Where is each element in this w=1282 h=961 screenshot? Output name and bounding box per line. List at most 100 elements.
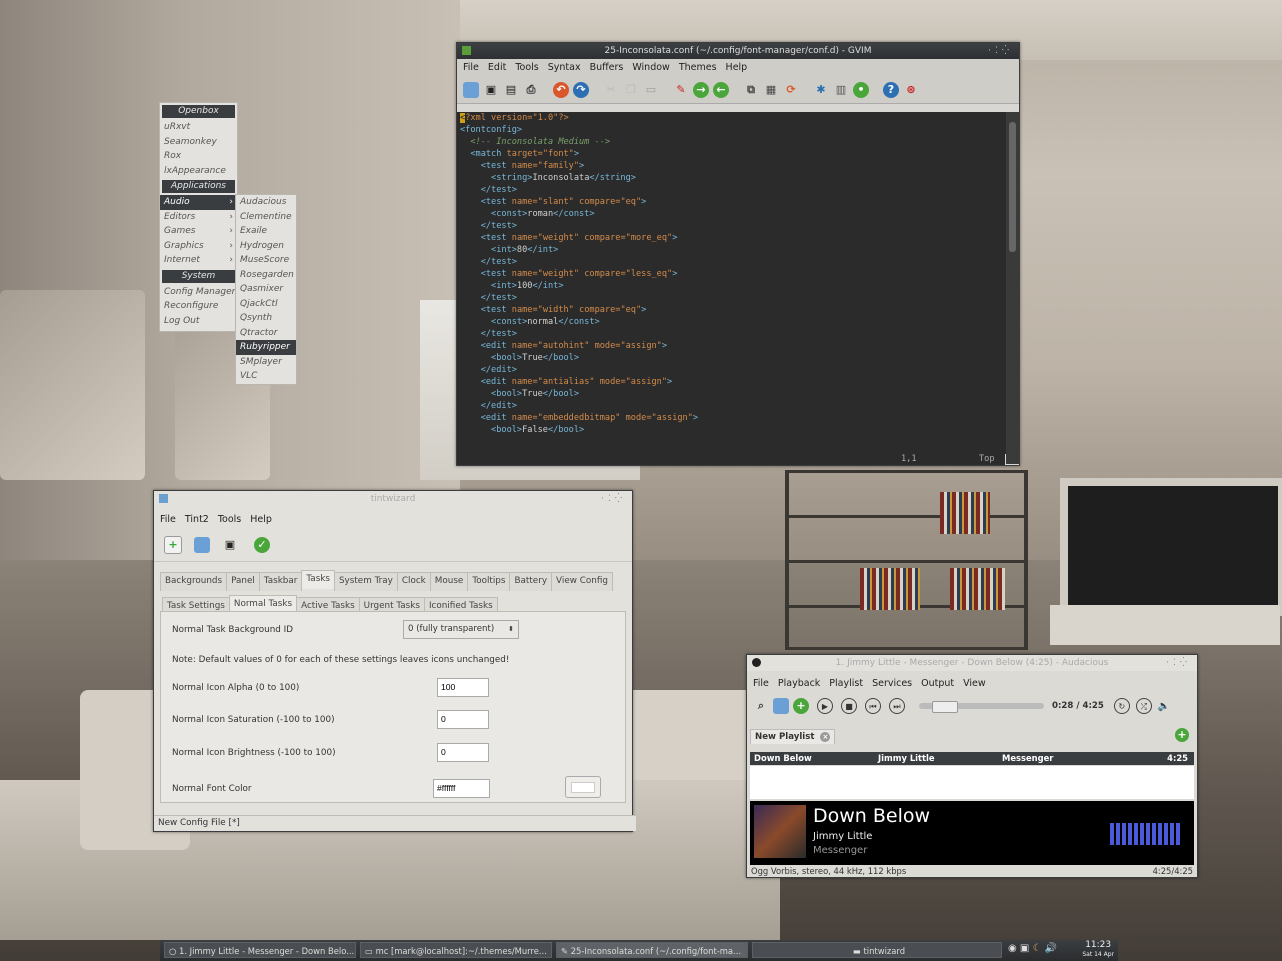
tab-battery[interactable]: Battery — [509, 572, 553, 591]
submenu-item-hydrogen[interactable]: Hydrogen — [236, 239, 296, 254]
submenu-item-qtractor[interactable]: Qtractor — [236, 326, 296, 341]
menu-window[interactable]: Window — [632, 62, 669, 73]
find-prev-icon[interactable]: ← — [713, 82, 729, 98]
seek-handle[interactable] — [932, 701, 958, 713]
play-icon[interactable]: ▶ — [817, 698, 833, 714]
redo-icon[interactable]: ↷ — [573, 82, 589, 98]
tab-tooltips[interactable]: Tooltips — [467, 572, 511, 591]
undo-icon[interactable]: ↶ — [553, 82, 569, 98]
brightness-input[interactable] — [437, 743, 489, 762]
ctags-icon[interactable]: ▥ — [833, 82, 849, 98]
next-icon[interactable]: ⏭ — [889, 698, 905, 714]
tab-tasks[interactable]: Tasks — [301, 570, 335, 589]
copy-icon[interactable]: ❐ — [623, 82, 639, 98]
submenu-item-vlc[interactable]: VLC — [236, 369, 296, 384]
apply-icon[interactable]: ✓ — [254, 537, 270, 553]
menu-output[interactable]: Output — [921, 678, 954, 689]
tab-panel[interactable]: Panel — [226, 572, 260, 591]
submenu-item-exaile[interactable]: Exaile — [236, 224, 296, 239]
menu-item-log-out[interactable]: Log Out — [160, 314, 237, 329]
submenu-item-clementine[interactable]: Clementine — [236, 210, 296, 225]
run-script-icon[interactable]: ⟳ — [783, 82, 799, 98]
load-session-icon[interactable]: ⧉ — [743, 82, 759, 98]
volume-tray-icon[interactable]: 🔊 — [1045, 943, 1057, 954]
menu-item-games[interactable]: Games › — [160, 224, 237, 239]
previous-icon[interactable]: ⏮ — [865, 698, 881, 714]
tintwizard-titlebar[interactable]: tintwizard ·⁚⁛ — [154, 491, 632, 507]
seek-slider[interactable] — [919, 701, 1044, 713]
open-icon[interactable] — [463, 82, 479, 98]
menu-item-reconfigure[interactable]: Reconfigure — [160, 299, 237, 314]
submenu-item-audacious[interactable]: Audacious — [236, 195, 296, 210]
submenu-item-qasmixer[interactable]: Qasmixer — [236, 282, 296, 297]
playlist-tab[interactable]: New Playlist × — [750, 729, 836, 744]
menu-item-config-manager[interactable]: Config Manager — [160, 285, 237, 300]
replace-icon[interactable]: ✎ — [673, 82, 689, 98]
menu-tools[interactable]: Tools — [218, 514, 241, 525]
editor-buffer[interactable]: <?xml version="1.0"?> <fontconfig> <!-- … — [457, 112, 1008, 454]
tab-mouse[interactable]: Mouse — [429, 572, 469, 591]
alpha-input[interactable] — [437, 678, 489, 697]
gvim-titlebar[interactable]: 25-Inconsolata.conf (~/.config/font-mana… — [457, 43, 1019, 59]
open-files-icon[interactable] — [773, 698, 789, 714]
color-picker-button[interactable] — [565, 776, 601, 798]
tab-view-config[interactable]: View Config — [551, 572, 613, 591]
submenu-item-qsynth[interactable]: Qsynth — [236, 311, 296, 326]
stop-icon[interactable]: ■ — [841, 698, 857, 714]
menu-playlist[interactable]: Playlist — [829, 678, 863, 689]
help-icon[interactable]: ? — [883, 82, 899, 98]
window-controls[interactable]: ·⁚⁛ — [988, 43, 1013, 59]
menu-buffers[interactable]: Buffers — [590, 62, 624, 73]
new-playlist-icon[interactable]: + — [1175, 728, 1189, 742]
weather-tray-icon[interactable]: ☾ — [1033, 943, 1042, 954]
submenu-item-smplayer[interactable]: SMplayer — [236, 355, 296, 370]
close-tab-icon[interactable]: × — [820, 732, 831, 742]
menu-item-rox[interactable]: Rox — [160, 149, 237, 164]
save-config-icon[interactable]: ▣ — [222, 537, 238, 553]
print-icon[interactable]: ⎙ — [523, 82, 539, 98]
window-controls[interactable]: ·⁚⁛ — [1166, 655, 1191, 671]
menu-item-internet[interactable]: Internet › — [160, 253, 237, 268]
menu-file[interactable]: File — [463, 62, 479, 73]
open-config-icon[interactable] — [194, 537, 210, 553]
scrollbar-thumb[interactable] — [1009, 122, 1016, 252]
menu-tint2[interactable]: Tint2 — [185, 514, 209, 525]
network-tray-icon[interactable]: ▣ — [1020, 943, 1029, 954]
clock[interactable]: 11:23 Sat 14 Apr — [1082, 941, 1114, 959]
task-tintwizard[interactable]: ▬ tintwizard — [752, 942, 1002, 958]
task-terminal[interactable]: ▭ mc [mark@localhost]:~/.themes/Murre... — [360, 942, 552, 958]
menu-item-seamonkey[interactable]: Seamonkey — [160, 135, 237, 150]
menu-syntax[interactable]: Syntax — [548, 62, 581, 73]
shuffle-icon[interactable]: ⤮ — [1135, 698, 1152, 714]
tab-system-tray[interactable]: System Tray — [333, 572, 398, 591]
volume-icon[interactable]: 🔈 — [1158, 701, 1170, 712]
save-all-icon[interactable]: ▤ — [503, 82, 519, 98]
tab-backgrounds[interactable]: Backgrounds — [160, 572, 228, 591]
jump-tag-icon[interactable]: • — [853, 82, 869, 98]
menu-edit[interactable]: Edit — [488, 62, 506, 73]
submenu-item-rosegarden[interactable]: Rosegarden — [236, 268, 296, 283]
playlist-area[interactable] — [750, 766, 1194, 799]
cut-icon[interactable]: ✂ — [603, 82, 619, 98]
find-help-icon[interactable]: ⊛ — [903, 82, 919, 98]
bg-id-select[interactable]: 0 (fully transparent) ⬍ — [403, 620, 519, 639]
menu-help[interactable]: Help — [250, 514, 272, 525]
window-controls[interactable]: ·⁚⁛ — [601, 491, 626, 507]
make-icon[interactable]: ✱ — [813, 82, 829, 98]
search-icon[interactable]: ⌕ — [753, 698, 769, 714]
tab-clock[interactable]: Clock — [396, 572, 431, 591]
menu-item-audio[interactable]: Audio › — [160, 195, 237, 210]
submenu-item-musescore[interactable]: MuseScore — [236, 253, 296, 268]
menu-item-urxvt[interactable]: uRxvt — [160, 120, 237, 135]
find-next-icon[interactable]: → — [693, 82, 709, 98]
menu-item-editors[interactable]: Editors › — [160, 210, 237, 225]
add-files-icon[interactable]: + — [793, 698, 809, 714]
menu-item-lxappearance[interactable]: lxAppearance — [160, 164, 237, 179]
menu-view[interactable]: View — [963, 678, 986, 689]
menu-tools[interactable]: Tools — [515, 62, 538, 73]
menu-services[interactable]: Services — [872, 678, 912, 689]
editor-scrollbar[interactable] — [1006, 112, 1019, 464]
menu-file[interactable]: File — [160, 514, 176, 525]
submenu-item-rubyripper[interactable]: Rubyripper — [236, 340, 296, 355]
menu-file[interactable]: File — [753, 678, 769, 689]
